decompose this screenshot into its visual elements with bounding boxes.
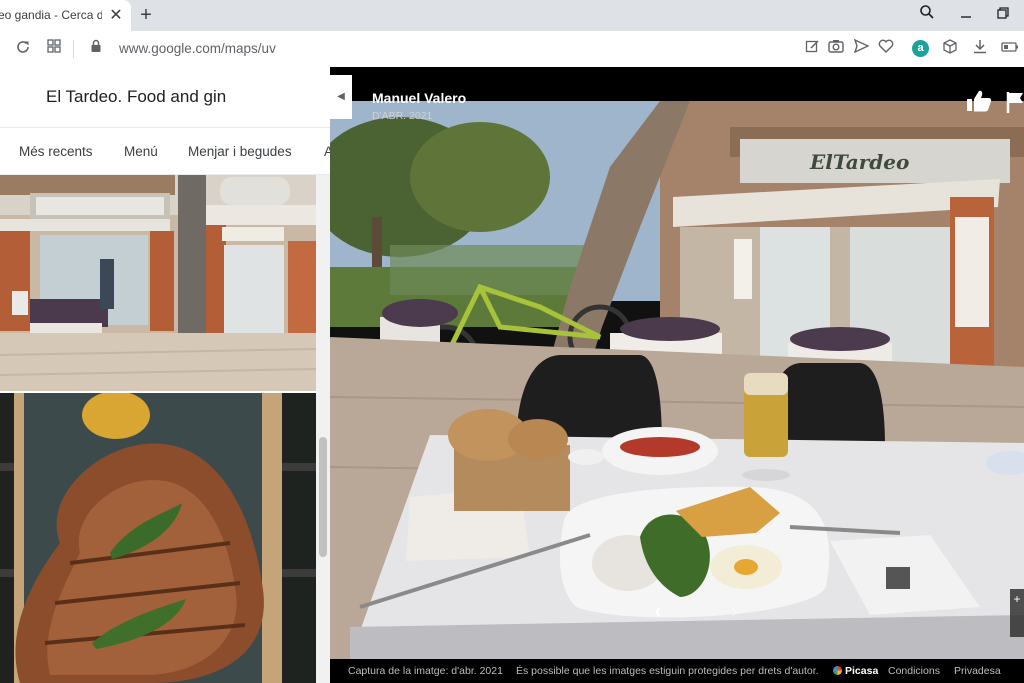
browser-tab[interactable]: eo gandia - Cerca de ✕ [0, 0, 131, 31]
browser-toolbar: www.google.com/maps/uv a [0, 31, 1024, 67]
photo-scrollbar[interactable] [316, 175, 330, 683]
tab-most-recent[interactable]: Més recents [19, 144, 93, 159]
photo-steak[interactable] [0, 393, 316, 683]
download-icon[interactable] [970, 39, 990, 59]
toolbar-divider [73, 40, 74, 58]
photo-source-label: Picasa [845, 665, 879, 677]
flag-icon[interactable] [1006, 91, 1024, 113]
photo-source[interactable]: Picasa [833, 665, 878, 677]
next-photo-arrow[interactable]: › [724, 599, 744, 623]
new-tab-button[interactable]: + [135, 4, 157, 26]
viewer-footer: Captura de la imatge: d'abr. 2021 És pos… [330, 659, 1024, 683]
tab-food-and-drinks[interactable]: Menjar i begudes [188, 144, 292, 159]
zoom-in-button[interactable]: + [1010, 589, 1024, 637]
photo-date: D'ABR. 2021 [372, 110, 433, 122]
photo-category-tabs: Més recents Menú Menjar i begudes A [0, 127, 333, 175]
lock-icon[interactable] [86, 39, 106, 59]
sign-text: ElTardeo [809, 150, 909, 174]
browser-tab-bar: eo gandia - Cerca de ✕ + [0, 0, 1024, 31]
tab-close-icon[interactable]: ✕ [106, 6, 126, 26]
heart-icon[interactable] [876, 39, 896, 59]
picasa-logo-icon [833, 666, 842, 675]
search-icon[interactable] [916, 4, 938, 26]
apps-icon[interactable] [44, 39, 64, 59]
previous-photo-arrow[interactable]: ‹ [648, 599, 668, 623]
camera-icon[interactable] [826, 39, 846, 59]
extension-badge[interactable]: a [912, 40, 929, 57]
collapse-panel-button[interactable]: ◀ [330, 75, 352, 119]
privacy-link[interactable]: Privadesa [954, 665, 1001, 677]
place-panel: El Tardeo. Food and gin Més recents Menú… [0, 67, 333, 683]
photo-storefront[interactable] [0, 175, 316, 391]
viewer-photo[interactable]: ElTardeo [330, 67, 1024, 659]
cube-icon[interactable] [940, 39, 960, 59]
address-bar-url[interactable]: www.google.com/maps/uv [119, 41, 276, 56]
photo-author[interactable]: Manuel Valero [372, 90, 466, 106]
copyright-notice: És possible que les imatges estiguin pro… [516, 665, 819, 677]
tab-title: eo gandia - Cerca de [0, 8, 102, 22]
place-title: El Tardeo. Food and gin [46, 87, 227, 106]
minimize-icon[interactable] [955, 4, 977, 26]
send-icon[interactable] [851, 38, 871, 59]
photo-viewer: ElTardeo ◀ Manuel Valero D'ABR. 2021 ‹ ›… [330, 67, 1024, 683]
edit-icon[interactable] [802, 39, 822, 59]
reload-icon[interactable] [13, 39, 33, 59]
photo-grid [0, 175, 316, 683]
restore-icon[interactable] [992, 4, 1014, 26]
capture-date: Captura de la imatge: d'abr. 2021 [348, 665, 503, 677]
scroll-thumb[interactable] [319, 437, 327, 557]
tab-menu[interactable]: Menú [124, 144, 158, 159]
thumbs-up-icon[interactable] [966, 89, 992, 113]
battery-icon[interactable] [1000, 39, 1020, 59]
terms-link[interactable]: Condicions [888, 665, 940, 677]
